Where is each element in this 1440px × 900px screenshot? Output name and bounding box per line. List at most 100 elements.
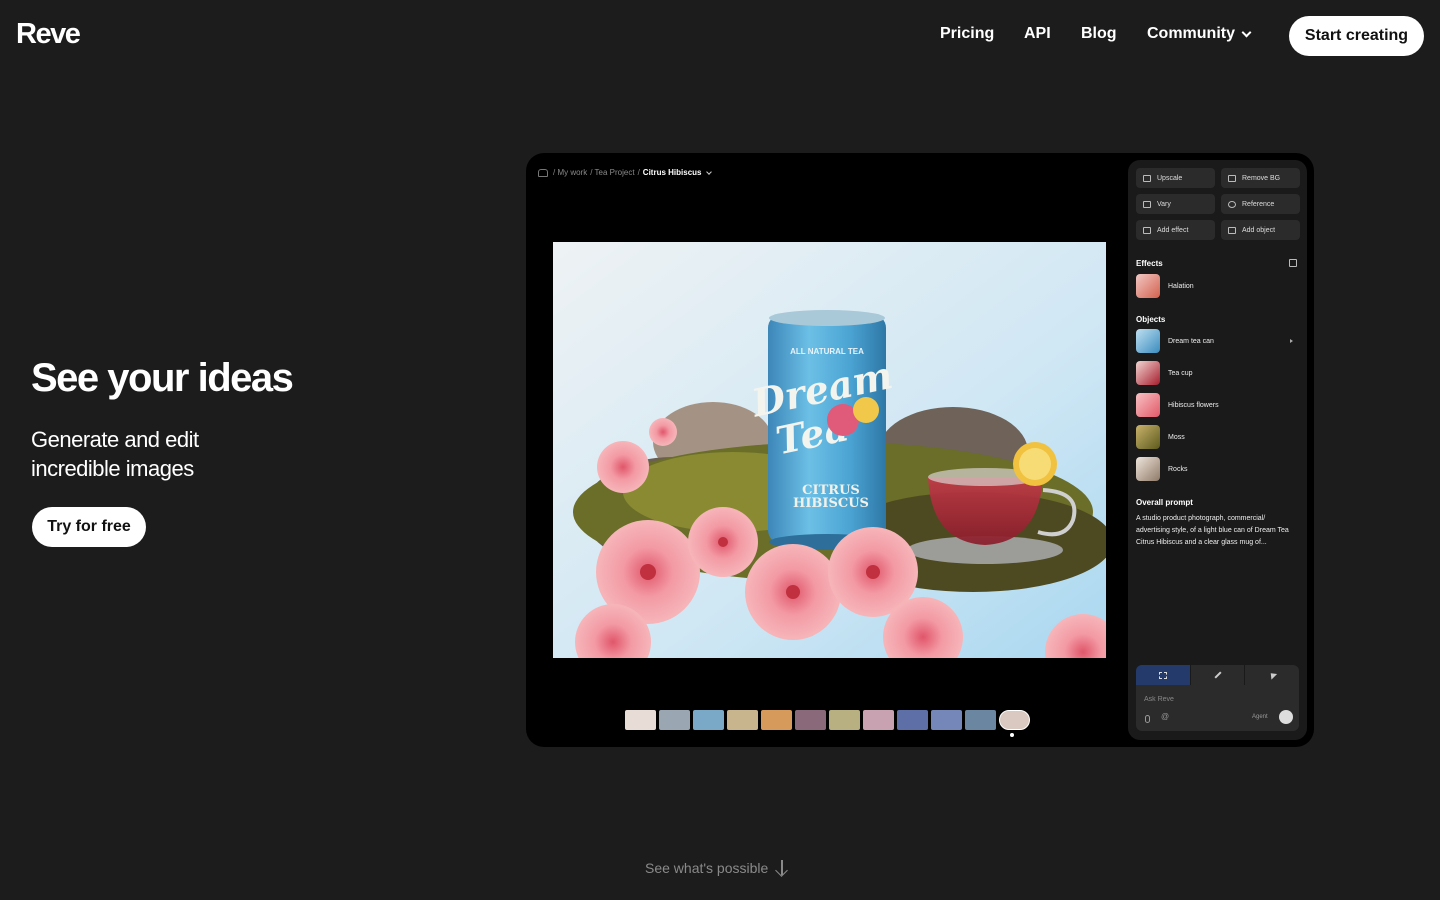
chevron-right-icon [1290,339,1293,343]
thumbnail[interactable] [659,710,690,730]
cup-thumbnail [1136,361,1160,385]
reference-label: Reference [1242,200,1275,208]
mode-toolbar [1136,665,1299,685]
thumbnail[interactable] [863,710,894,730]
moss-thumbnail [1136,425,1160,449]
arrow-down-icon [776,860,788,876]
object-item-dream-tea-can[interactable]: Dream tea can [1136,329,1299,353]
thumbnail[interactable] [727,710,758,730]
chevron-down-icon [1241,27,1252,37]
thumbnail-strip [625,710,1030,730]
rocks-thumbnail [1136,457,1160,481]
object-label: Dream tea can [1168,337,1214,345]
reference-button[interactable]: Reference [1221,194,1300,214]
app-preview: / My work / Tea Project / Citrus Hibiscu… [526,153,1314,747]
object-label: Moss [1168,433,1185,441]
select-mode-button[interactable] [1136,665,1191,685]
app-logo-icon [538,168,548,177]
nav-api-link[interactable]: API [1024,25,1051,43]
breadcrumb: / My work / Tea Project / Citrus Hibiscu… [538,168,713,177]
thumbnail[interactable] [897,710,928,730]
mention-icon[interactable]: @ [1161,712,1169,721]
add-object-button[interactable]: Add object [1221,220,1300,240]
chevron-down-icon [706,168,713,175]
breadcrumb-separator: / [637,168,640,177]
product-photo: ALL NATURAL TEA Dream Tea CITRUS HIBISCU… [553,242,1106,658]
can-flavor-line2: HIBISCUS [793,496,869,511]
upscale-icon [1143,174,1151,182]
remove-bg-icon [1228,174,1236,182]
start-creating-button[interactable]: Start creating [1289,16,1424,56]
object-label: Hibiscus flowers [1168,401,1219,409]
flowers-thumbnail [1136,393,1160,417]
tool-grid: Upscale Remove BG Vary Reference Add eff… [1136,168,1300,240]
hero-subtitle: Generate and edit incredible images [31,425,291,483]
vary-label: Vary [1157,200,1171,208]
see-whats-possible-label: See what's possible [645,860,769,876]
nav-community-dropdown[interactable]: Community [1147,25,1252,43]
thumbnail[interactable] [965,710,996,730]
effect-item-halation[interactable]: Halation [1136,274,1299,298]
hero-subtitle-line2: incredible images [31,456,194,481]
hero-subtitle-line1: Generate and edit [31,427,199,452]
brush-icon [1213,671,1222,679]
thumbnail[interactable] [625,710,656,730]
vary-button[interactable]: Vary [1136,194,1215,214]
thumbnail[interactable] [931,710,962,730]
thumbnail[interactable] [829,710,860,730]
object-item-hibiscus-flowers[interactable]: Hibiscus flowers [1136,393,1299,417]
marquee-icon [1158,671,1167,679]
object-label: Tea cup [1168,369,1193,377]
add-effect-label: Add effect [1157,226,1189,234]
prompt-text[interactable]: A studio product photograph, commercial/… [1136,513,1299,549]
try-for-free-button[interactable]: Try for free [32,507,146,547]
remove-bg-button[interactable]: Remove BG [1221,168,1300,188]
effects-heading: Effects [1136,259,1163,268]
cube-icon [1228,226,1236,234]
breadcrumb-tea-project[interactable]: / Tea Project [590,168,634,177]
can-thumbnail [1136,329,1160,353]
thumbnail[interactable] [761,710,792,730]
prompt-heading: Overall prompt [1136,498,1193,507]
object-item-tea-cup[interactable]: Tea cup [1136,361,1299,385]
see-whats-possible-link[interactable]: See what's possible [645,860,788,876]
reve-logo[interactable]: Reve [16,18,81,51]
pointer-mode-button[interactable] [1245,665,1299,685]
object-label: Rocks [1168,465,1188,473]
main-image-canvas[interactable]: ALL NATURAL TEA Dream Tea CITRUS HIBISCU… [553,242,1106,658]
hero-title: See your ideas [31,356,294,400]
object-item-rocks[interactable]: Rocks [1136,457,1299,481]
at-sign-icon [1228,200,1236,208]
breadcrumb-my-work[interactable]: / My work [553,168,587,177]
edit-panel: Upscale Remove BG Vary Reference Add eff… [1128,160,1307,740]
remove-bg-label: Remove BG [1242,174,1281,182]
ask-reve-input[interactable] [1144,693,1284,705]
add-object-label: Add object [1242,226,1276,234]
thumbnail[interactable] [795,710,826,730]
thumbnail-active[interactable] [999,710,1030,730]
thumbnail[interactable] [693,710,724,730]
shuffle-icon [1143,200,1151,208]
active-thumbnail-indicator [1010,733,1014,737]
paperclip-icon[interactable] [1145,715,1150,723]
can-top-label: ALL NATURAL TEA [790,347,864,356]
add-effect-icon[interactable] [1289,259,1297,267]
ask-composer: @ Agent [1136,685,1299,731]
nav-blog-link[interactable]: Blog [1081,25,1117,43]
agent-toggle[interactable]: Agent [1252,714,1268,720]
effect-icon [1143,226,1151,234]
nav-pricing-link[interactable]: Pricing [940,25,994,43]
effect-label: Halation [1168,282,1194,290]
halation-thumbnail [1136,274,1160,298]
cursor-icon [1267,670,1277,680]
add-effect-button[interactable]: Add effect [1136,220,1215,240]
top-nav: Reve Pricing API Blog Community Start cr… [0,0,1440,72]
object-item-moss[interactable]: Moss [1136,425,1299,449]
upscale-label: Upscale [1157,174,1183,182]
objects-heading: Objects [1136,315,1166,324]
send-button[interactable] [1279,710,1293,724]
upscale-button[interactable]: Upscale [1136,168,1215,188]
brush-mode-button[interactable] [1191,665,1246,685]
breadcrumb-current[interactable]: Citrus Hibiscus [643,168,702,177]
nav-community-label: Community [1147,25,1235,42]
